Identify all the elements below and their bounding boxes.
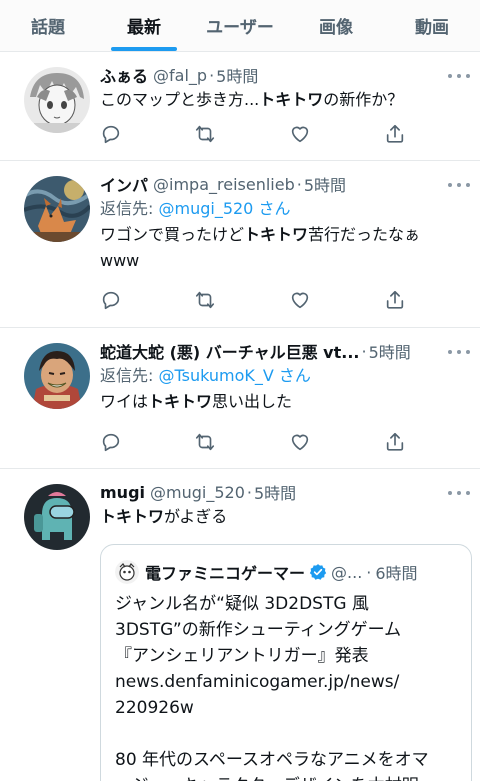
highlight-term: トキトワ: [259, 90, 324, 109]
tab-photos[interactable]: 画像: [288, 0, 384, 51]
share-icon[interactable]: [384, 289, 406, 311]
tweet-header: インパ @impa_reisenlieb · 5時間: [100, 172, 466, 196]
quoted-tweet-card[interactable]: 電ファミニコゲーマー @... · 6時間 ジャンル名が“疑似 3D2DSTG …: [100, 544, 472, 781]
reply-context: 返信先: @TsukumoK_V さん: [100, 363, 466, 389]
quoted-text-line: ージュ。キャラクターデザインを木村明: [115, 773, 461, 781]
highlight-term: トキトワ: [148, 392, 213, 411]
tab-top[interactable]: 話題: [0, 0, 96, 51]
more-icon[interactable]: [448, 350, 470, 356]
more-icon[interactable]: [448, 74, 470, 80]
timestamp[interactable]: 5時間: [369, 339, 411, 363]
tweet-text: トキトワがよぎる: [100, 504, 466, 530]
tweet-header: mugi @mugi_520 · 5時間: [100, 480, 466, 504]
highlight-term: トキトワ: [100, 507, 165, 526]
timestamp[interactable]: 5時間: [254, 480, 296, 504]
more-icon[interactable]: [448, 491, 470, 497]
separator-dot: ·: [361, 341, 367, 361]
quoted-text-line: 『アンシェリアントリガー』発表: [115, 646, 369, 666]
avatar[interactable]: [24, 343, 90, 409]
quoted-text-line: ジャンル名が“疑似 3D2DSTG 風: [115, 594, 369, 614]
quoted-text-spacer: [115, 721, 461, 747]
avatar[interactable]: [24, 176, 90, 242]
highlight-term: トキトワ: [244, 225, 309, 244]
reply-context: 返信先: @mugi_520 さん: [100, 196, 466, 222]
avatar[interactable]: [24, 67, 90, 133]
quoted-text-line: 80 年代のスペースオペラなアニメをオマ: [115, 750, 429, 770]
tweet[interactable]: 蛇道大蛇 (悪) バーチャル巨悪 vt... · 5時間 返信先: @Tsuku…: [0, 328, 480, 469]
tweet-actions: [100, 431, 404, 453]
tweet-header: ふぁる @fal_p · 5時間: [100, 63, 466, 87]
reply-icon[interactable]: [100, 289, 122, 311]
search-tabs: 話題 最新 ユーザー 画像 動画: [0, 0, 480, 52]
tweet-text-part: がよぎる: [164, 507, 228, 526]
separator-dot: ·: [209, 65, 215, 85]
tweet-actions: [100, 123, 404, 145]
tab-people[interactable]: ユーザー: [192, 0, 288, 51]
tweet-text-part: ワゴンで買ったけど: [100, 225, 245, 244]
tweet-text-part: このマップと歩き方...: [100, 90, 260, 109]
reply-icon[interactable]: [100, 431, 122, 453]
quoted-tweet-text: ジャンル名が“疑似 3D2DSTG 風 3DSTG”の新作シューティングゲーム …: [115, 591, 461, 781]
reply-mention-link[interactable]: @mugi_520 さん: [158, 199, 290, 218]
retweet-icon[interactable]: [194, 123, 216, 145]
tweet-text-part: ワイは: [100, 392, 149, 411]
timestamp[interactable]: 5時間: [304, 172, 346, 196]
like-icon[interactable]: [289, 289, 311, 311]
quoted-timestamp[interactable]: 6時間: [375, 560, 417, 584]
quoted-link-text[interactable]: 220926w: [115, 695, 461, 721]
reply-label: 返信先:: [100, 199, 159, 218]
verified-badge-icon: [309, 563, 327, 581]
reply-mention-link[interactable]: @TsukumoK_V さん: [158, 366, 310, 385]
like-icon[interactable]: [289, 123, 311, 145]
quoted-link-text[interactable]: news.denfaminicogamer.jp/news/: [115, 669, 461, 695]
tab-videos[interactable]: 動画: [384, 0, 480, 51]
quoted-display-name[interactable]: 電ファミニコゲーマー: [145, 560, 305, 584]
timestamp[interactable]: 5時間: [216, 63, 258, 87]
tweet-text-part: 苦行だったなぁ: [308, 225, 421, 244]
reply-icon[interactable]: [100, 123, 122, 145]
quoted-avatar: [115, 560, 139, 584]
avatar[interactable]: [24, 484, 90, 550]
share-icon[interactable]: [384, 123, 406, 145]
quoted-user-handle[interactable]: @...: [331, 563, 362, 582]
tweet[interactable]: ふぁる @fal_p · 5時間 このマップと歩き方...トキトワの新作か？: [0, 52, 480, 161]
user-handle[interactable]: @impa_reisenlieb: [153, 175, 295, 194]
tweet-text-part: の新作か？: [323, 90, 404, 109]
separator-dot: ·: [366, 562, 372, 582]
display-name[interactable]: ふぁる: [100, 63, 148, 87]
display-name[interactable]: 蛇道大蛇 (悪) バーチャル巨悪 vt...: [100, 339, 360, 363]
tweet-header: 蛇道大蛇 (悪) バーチャル巨悪 vt... · 5時間: [100, 339, 466, 363]
separator-dot: ·: [246, 482, 252, 502]
user-handle[interactable]: @mugi_520: [150, 483, 245, 502]
tweet-text: このマップと歩き方...トキトワの新作か？: [100, 87, 466, 113]
tab-latest[interactable]: 最新: [96, 0, 192, 51]
display-name[interactable]: mugi: [100, 483, 145, 502]
quoted-text-line: 3DSTG”の新作シューティングゲーム: [115, 620, 402, 640]
share-icon[interactable]: [384, 431, 406, 453]
reply-label: 返信先:: [100, 366, 159, 385]
tweet-text-part: www: [100, 251, 140, 270]
tweet-text: ワイはトキトワ思い出した: [100, 389, 466, 415]
separator-dot: ·: [296, 174, 302, 194]
tweet-text: ワゴンで買ったけどトキトワ苦行だったなぁ www: [100, 222, 466, 274]
tweet-text-part: 思い出した: [212, 392, 293, 411]
like-icon[interactable]: [289, 431, 311, 453]
tweet[interactable]: インパ @impa_reisenlieb · 5時間 返信先: @mugi_52…: [0, 161, 480, 328]
user-handle[interactable]: @fal_p: [153, 66, 207, 85]
more-icon[interactable]: [448, 183, 470, 189]
quoted-tweet-header: 電ファミニコゲーマー @... · 6時間: [115, 560, 418, 584]
retweet-icon[interactable]: [194, 289, 216, 311]
retweet-icon[interactable]: [194, 431, 216, 453]
display-name[interactable]: インパ: [100, 172, 148, 196]
tweet-actions: [100, 289, 404, 311]
